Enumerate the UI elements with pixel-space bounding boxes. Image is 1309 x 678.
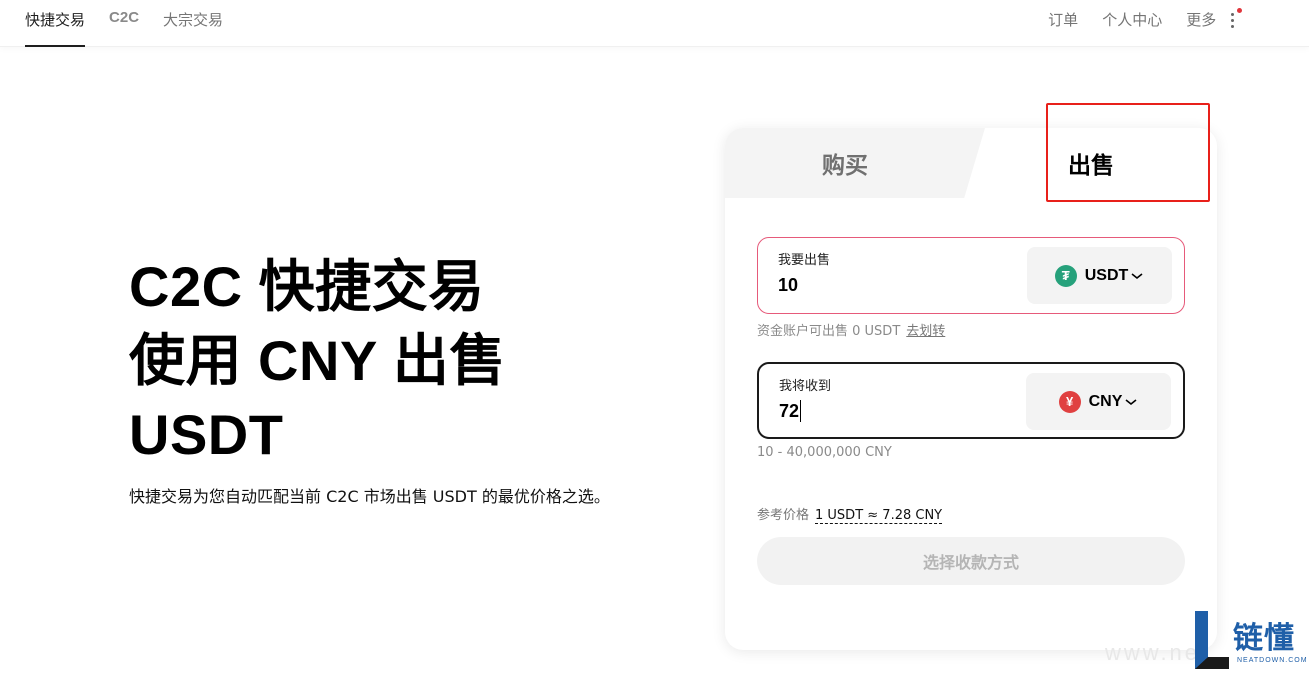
tab-buy[interactable]: 购买	[725, 128, 985, 198]
hero-line-1: C2C 快捷交易	[129, 255, 485, 318]
transfer-link[interactable]: 去划转	[906, 324, 945, 339]
sell-amount-input[interactable]	[778, 275, 1018, 296]
select-payment-button[interactable]: 选择收款方式	[757, 537, 1185, 585]
receive-currency-select[interactable]: ¥ CNY	[1026, 373, 1171, 430]
nav-quick-trade[interactable]: 快捷交易	[25, 0, 86, 47]
nav-block-trade[interactable]: 大宗交易	[163, 0, 223, 47]
receive-amount-field: 我将收到 ¥ CNY	[757, 362, 1185, 439]
sell-currency-name: USDT	[1084, 266, 1129, 284]
amount-range: 10 - 40,000,000 CNY	[757, 445, 892, 460]
receive-currency-name: CNY	[1088, 392, 1123, 410]
reference-price-value[interactable]: 1 USDT ≈ 7.28 CNY	[815, 508, 943, 524]
watermark-text: 链懂	[1233, 621, 1295, 656]
hero-description: 快捷交易为您自动匹配当前 C2C 市场出售 USDT 的最优价格之选。	[129, 487, 610, 506]
available-balance-text: 资金账户可出售 0 USDT	[757, 324, 901, 339]
nav-more-label: 更多	[1186, 11, 1217, 29]
chevron-down-icon	[1131, 272, 1143, 279]
nav-c2c[interactable]: C2C	[109, 0, 139, 47]
hero-title: C2C 快捷交易 使用 CNY 出售 USDT	[129, 250, 506, 472]
nav-left: 快捷交易 C2C 大宗交易	[25, 0, 223, 47]
reference-price-label: 参考价格	[757, 508, 810, 523]
nav-right: 订单 个人中心 更多	[1048, 8, 1242, 30]
watermark-url: www.ne	[1105, 640, 1201, 665]
cny-icon: ¥	[1058, 390, 1081, 413]
hero-line-3: USDT	[129, 403, 284, 466]
kebab-icon	[1231, 13, 1234, 28]
notification-dot	[1237, 8, 1242, 13]
nav-more[interactable]: 更多	[1186, 8, 1242, 30]
available-balance: 资金账户可出售 0 USDT 去划转	[757, 320, 945, 339]
top-nav: 快捷交易 C2C 大宗交易 订单 个人中心 更多	[0, 0, 1309, 47]
chevron-down-icon	[1125, 398, 1137, 405]
sell-amount-field: 我要出售 ₮ USDT	[757, 237, 1185, 314]
sell-field-label: 我要出售	[778, 253, 831, 268]
trade-card: 购买 出售 我要出售 ₮ USDT 资金账户可出售 0 USDT去划转 我将收到…	[725, 128, 1217, 650]
highlight-annotation	[1046, 103, 1210, 202]
watermark: 链懂 NEATDOWN.COM	[1193, 605, 1308, 677]
watermark-sub: NEATDOWN.COM	[1237, 657, 1308, 664]
reference-price: 参考价格 1 USDT ≈ 7.28 CNY	[757, 504, 943, 524]
nav-orders[interactable]: 订单	[1048, 9, 1078, 30]
receive-amount-input[interactable]	[779, 401, 1019, 422]
receive-field-label: 我将收到	[779, 379, 832, 394]
brand-logo-icon	[1195, 611, 1229, 669]
hero-line-2: 使用 CNY 出售	[129, 329, 506, 392]
sell-currency-select[interactable]: ₮ USDT	[1027, 247, 1172, 304]
text-cursor	[800, 400, 801, 422]
nav-account[interactable]: 个人中心	[1102, 9, 1162, 30]
usdt-icon: ₮	[1054, 264, 1077, 287]
